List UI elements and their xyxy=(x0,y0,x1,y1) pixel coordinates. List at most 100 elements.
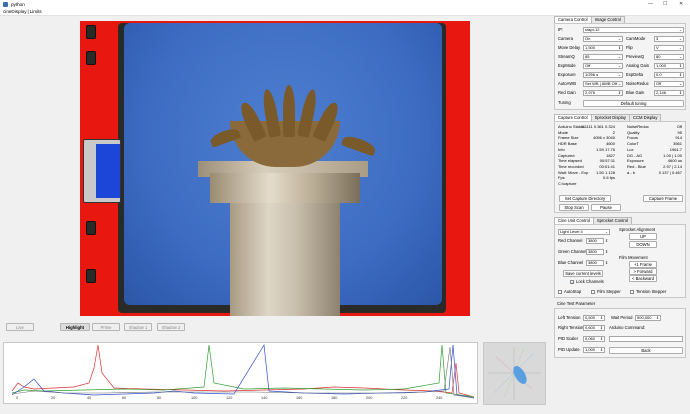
light-level-select[interactable]: Light Level 4 ⌄ xyxy=(558,229,610,235)
flip-label: Flip xyxy=(626,45,633,50)
tab-sprocket-control[interactable]: Sprocket Control xyxy=(592,217,633,224)
tab-sprocket-display[interactable]: Sprocket Display xyxy=(590,114,630,121)
blue-channel-label: Blue Channel xyxy=(558,260,584,265)
window-titlebar: python — ☐ ✕ xyxy=(0,0,690,8)
cammode-select[interactable]: 3 ⌄ xyxy=(654,36,684,42)
plus-frame-button[interactable]: +1 Frame xyxy=(629,261,657,268)
back-button[interactable]: Back xyxy=(609,347,683,354)
stepper-icon[interactable]: ⇕ xyxy=(605,249,608,255)
sprocket-hole xyxy=(83,139,121,203)
tuning-select[interactable]: Default tuning xyxy=(583,100,684,107)
capture-stat-value: 0.6 fps xyxy=(602,175,615,181)
shadow1-button[interactable]: Shadow 1 xyxy=(124,323,152,331)
sculpture-leaf xyxy=(283,85,295,137)
ip-select[interactable]: raspi-12 ⌄ xyxy=(583,27,684,33)
flip-select[interactable]: V ⌄ xyxy=(654,45,684,51)
exposure-select[interactable]: 1/256 s ⌄ xyxy=(583,72,623,78)
film-stepper-checkbox[interactable] xyxy=(591,290,595,294)
live-button[interactable]: Live xyxy=(6,323,34,331)
tick-label: 180 xyxy=(331,396,338,400)
capture-stat-label: Exposure xyxy=(627,158,644,164)
menu-limits[interactable]: Limits xyxy=(30,9,42,14)
tick-label: 60 xyxy=(122,396,127,400)
forward-button[interactable]: > Forward xyxy=(629,268,657,275)
camera-control-panel: IP: raspi-12 ⌄ Camera On ⌄ CamMode 3 ⌄ Move… xyxy=(554,23,686,110)
red-channel-input[interactable]: 3800 xyxy=(586,238,604,244)
expdelta-label: ExpDelta xyxy=(626,72,643,77)
minimize-button[interactable]: — xyxy=(648,0,653,8)
capture-stat-value: 00:01:41 xyxy=(599,163,615,169)
close-button[interactable]: ✕ xyxy=(679,0,683,8)
blue-channel-input[interactable]: 3800 xyxy=(586,260,604,266)
backward-button[interactable]: < Backward xyxy=(629,275,657,282)
capture-stat-label: Focus xyxy=(627,135,638,141)
noisereduc-label: NoiseReduc xyxy=(626,81,649,86)
column-shaft xyxy=(230,196,340,316)
wait-period-input[interactable]: 500,000 ⇕ xyxy=(635,315,661,321)
analog-gain-input[interactable]: 1,000 ⇕ xyxy=(654,63,684,69)
stepper-icon[interactable]: ⇕ xyxy=(605,238,608,244)
red-gain-input[interactable]: 2,976 ⇕ xyxy=(583,90,623,96)
right-tension-input[interactable]: 0,600 ⇕ xyxy=(583,325,605,331)
sprocket-mark xyxy=(86,51,96,65)
tick-label: 220 xyxy=(401,396,408,400)
camera-tabs: Camera Control Image Control xyxy=(554,16,625,23)
capture-stat-label: Red - Blue xyxy=(627,163,646,169)
set-capture-directory-button[interactable]: Set Capture Directory xyxy=(559,195,611,202)
capture-stat-label: C:\capture xyxy=(558,181,577,186)
previewq-select[interactable]: 80 ⌄ xyxy=(654,54,684,60)
stepper-icon[interactable]: ⇕ xyxy=(605,260,608,266)
blue-gain-input[interactable]: 2,146 ⇕ xyxy=(654,90,684,96)
prime-button[interactable]: Prime xyxy=(92,323,120,331)
tab-cine-unit-control[interactable]: Cine Unit Control xyxy=(554,217,594,224)
capture-stat-label: Frame Size xyxy=(558,135,579,141)
capture-stat-value: 2.97 | 2.14 xyxy=(663,163,682,169)
tick-label: 120 xyxy=(226,396,233,400)
capture-frame-button[interactable]: Capture Frame xyxy=(643,195,683,202)
down-button[interactable]: DOWN xyxy=(629,241,657,248)
noisereduc-select[interactable]: Off ⌄ xyxy=(654,81,684,87)
capture-tabs: Capture Control Sprocket Display CCM Dis… xyxy=(554,114,662,121)
pid-scaler-input[interactable]: 0,060 ⇕ xyxy=(583,336,605,342)
up-button[interactable]: UP xyxy=(629,233,657,240)
pid-update-input[interactable]: 1,000 ⇕ xyxy=(583,347,605,353)
move-delay-input[interactable]: 1,500 ⇕ xyxy=(583,45,623,51)
expdelta-input[interactable]: 0.0 ⇕ xyxy=(654,72,684,78)
tab-camera-control[interactable]: Camera Control xyxy=(554,16,592,23)
cine-test-panel: Left Tension 0,500 ⇕ Wait Period 500,000 ⇕… xyxy=(554,308,686,358)
sprocket-mark xyxy=(86,269,96,283)
tab-ccm-display[interactable]: CCM Display xyxy=(628,114,662,121)
cammode-label: CamMode xyxy=(626,36,646,41)
highlight-button[interactable]: Highlight xyxy=(60,323,90,331)
arduino-command-input[interactable] xyxy=(609,336,683,342)
sprocket-mark xyxy=(86,25,96,39)
cine-test-title: Cine Test Parameter xyxy=(557,301,596,306)
analog-gain-label: Analog Gain xyxy=(626,63,650,68)
save-levels-button[interactable]: Save current levels xyxy=(563,270,603,277)
shadow2-button[interactable]: Shadow 2 xyxy=(157,323,185,331)
histogram-plot xyxy=(11,343,475,399)
green-channel-input[interactable]: 3800 xyxy=(586,249,604,255)
window-title: python xyxy=(11,1,25,7)
lock-channels-checkbox[interactable] xyxy=(570,280,574,285)
autoawb-select[interactable]: Set WB | AWB Off ⌄ xyxy=(583,81,623,87)
expmode-select[interactable]: Off ⌄ xyxy=(583,63,623,69)
stop-scan-button[interactable]: Stop Scan xyxy=(559,204,589,211)
blue-gain-label: Blue Gain xyxy=(626,90,645,95)
vectorscope-plot xyxy=(488,347,541,400)
autostop-checkbox[interactable] xyxy=(558,290,562,294)
tick-label: 160 xyxy=(296,396,303,400)
pause-button[interactable]: Pause xyxy=(591,204,621,211)
tab-capture-control[interactable]: Capture Control xyxy=(554,114,592,121)
left-tension-input[interactable]: 0,500 ⇕ xyxy=(583,315,605,321)
menu-cinedisplay[interactable]: cineDisplay xyxy=(3,9,27,14)
tension-stepper-checkbox[interactable] xyxy=(630,290,634,294)
tab-image-control[interactable]: Image Control xyxy=(590,16,625,23)
maximize-button[interactable]: ☐ xyxy=(663,0,667,8)
capture-stat-label: ColorT xyxy=(627,141,640,147)
ip-label: IP: xyxy=(558,27,564,32)
camera-label: Camera xyxy=(558,36,573,41)
camera-select[interactable]: On ⌄ xyxy=(583,36,623,42)
capture-stat-value: 1.50 1.128 xyxy=(596,169,615,175)
streamq-select[interactable]: 85 ⌄ xyxy=(583,54,623,60)
